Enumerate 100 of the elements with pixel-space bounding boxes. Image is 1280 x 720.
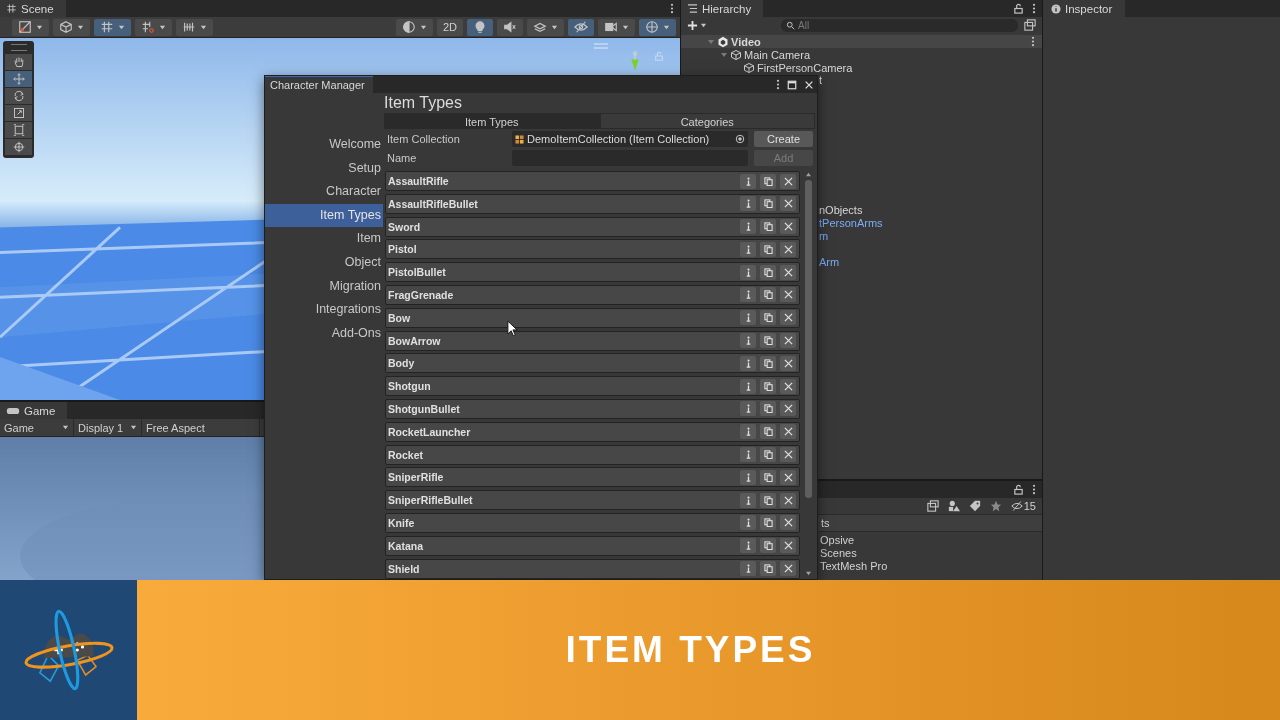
hierarchy-tab[interactable]: Hierarchy: [681, 0, 764, 17]
more-icon[interactable]: [776, 79, 780, 90]
aspect-dropdown[interactable]: Free Aspect: [142, 419, 260, 436]
view-dropdown[interactable]: Game: [0, 419, 74, 436]
info-button[interactable]: [740, 401, 756, 417]
nav-item[interactable]: Integrations: [265, 298, 383, 322]
scene-visibility-icon[interactable]: [1024, 19, 1036, 31]
remove-button[interactable]: [780, 378, 796, 394]
tab[interactable]: Item Types: [384, 113, 600, 129]
duplicate-button[interactable]: [760, 447, 776, 463]
duplicate-button[interactable]: [760, 355, 776, 371]
duplicate-button[interactable]: [760, 561, 776, 577]
remove-button[interactable]: [780, 333, 796, 349]
object-field[interactable]: DemoItemCollection (Item Collection): [512, 131, 748, 147]
create-button[interactable]: Create: [754, 131, 813, 147]
info-button[interactable]: [740, 515, 756, 531]
info-button[interactable]: [740, 241, 756, 257]
hierarchy-item[interactable]: Video: [681, 35, 1042, 48]
duplicate-button[interactable]: [760, 264, 776, 280]
lock-icon[interactable]: [1013, 484, 1024, 495]
info-button[interactable]: [740, 469, 756, 485]
remove-button[interactable]: [780, 515, 796, 531]
tab[interactable]: Categories: [599, 113, 815, 129]
toolbar-button[interactable]: 2D: [436, 18, 463, 36]
remove-button[interactable]: [780, 561, 796, 577]
duplicate-button[interactable]: [760, 287, 776, 303]
info-button[interactable]: [740, 333, 756, 349]
remove-button[interactable]: [780, 469, 796, 485]
hierarchy-item[interactable]: Arm: [819, 256, 840, 269]
info-button[interactable]: [740, 378, 756, 394]
nav-item[interactable]: Character: [265, 180, 383, 204]
toolbar-button[interactable]: [12, 18, 49, 36]
item-type-row[interactable]: FragGrenade: [385, 285, 800, 305]
nav-item[interactable]: Welcome: [265, 133, 383, 157]
more-icon[interactable]: [1032, 484, 1036, 495]
more-icon[interactable]: [670, 3, 674, 14]
toolbar-button[interactable]: [176, 18, 213, 36]
item-type-row[interactable]: Shotgun: [385, 376, 800, 397]
duplicate-button[interactable]: [760, 492, 776, 508]
remove-button[interactable]: [780, 401, 796, 417]
item-type-row[interactable]: Bow: [385, 307, 800, 328]
info-button[interactable]: [740, 196, 756, 212]
tool-button[interactable]: [5, 88, 32, 104]
duplicate-button[interactable]: [760, 515, 776, 531]
remove-button[interactable]: [780, 287, 796, 303]
shapes-icon[interactable]: [947, 500, 960, 512]
remove-button[interactable]: [780, 447, 796, 463]
scene-tab[interactable]: Scene: [0, 0, 66, 17]
item-type-row[interactable]: Shield: [385, 558, 800, 579]
info-button[interactable]: [740, 447, 756, 463]
toolbar-button[interactable]: [497, 18, 523, 36]
item-type-row[interactable]: Katana: [385, 535, 800, 556]
item-type-row[interactable]: Pistol: [385, 239, 800, 260]
toolbar-button[interactable]: [395, 18, 433, 36]
close-icon[interactable]: [804, 79, 814, 90]
item-type-row[interactable]: Body: [385, 353, 800, 374]
info-button[interactable]: [740, 538, 756, 554]
nav-item[interactable]: Setup: [265, 156, 383, 181]
remove-button[interactable]: [780, 424, 796, 440]
tool-button[interactable]: [5, 54, 32, 70]
item-type-row[interactable]: Sword: [385, 216, 800, 237]
toolbar-button[interactable]: [53, 18, 90, 36]
duplicate-button[interactable]: [760, 378, 776, 394]
item-type-row[interactable]: SniperRifleBullet: [385, 490, 800, 511]
nav-item[interactable]: Add-Ons: [265, 321, 383, 346]
tag-icon[interactable]: [968, 500, 981, 512]
search-scope-icon[interactable]: [926, 500, 939, 512]
remove-button[interactable]: [780, 492, 796, 508]
handle-icon[interactable]: [10, 44, 27, 51]
duplicate-button[interactable]: [760, 538, 776, 554]
add-button[interactable]: [687, 19, 707, 31]
duplicate-button[interactable]: [760, 424, 776, 440]
duplicate-button[interactable]: [760, 469, 776, 485]
info-button[interactable]: [740, 219, 756, 235]
duplicate-button[interactable]: [760, 219, 776, 235]
display-dropdown[interactable]: Display 1: [74, 419, 142, 436]
item-type-row[interactable]: BowArrow: [385, 330, 800, 351]
game-tab[interactable]: Game: [0, 402, 68, 419]
more-icon[interactable]: [1031, 36, 1035, 47]
info-button[interactable]: [740, 173, 756, 189]
maximize-icon[interactable]: [787, 79, 797, 90]
toolbar-button[interactable]: [135, 18, 172, 36]
nav-item[interactable]: Item Types: [265, 203, 383, 228]
scroll-down-icon[interactable]: [804, 571, 812, 576]
hierarchy-item[interactable]: t: [819, 74, 823, 87]
remove-button[interactable]: [780, 219, 796, 235]
folder-name[interactable]: Scenes: [820, 547, 1042, 560]
item-type-row[interactable]: AssaultRifleBullet: [385, 193, 800, 214]
info-button[interactable]: [740, 287, 756, 303]
nav-item[interactable]: Object: [265, 250, 383, 275]
info-button[interactable]: [740, 264, 756, 280]
info-button[interactable]: [740, 424, 756, 440]
item-type-row[interactable]: Rocket: [385, 444, 800, 465]
item-type-row[interactable]: AssaultRifle: [385, 171, 800, 191]
remove-button[interactable]: [780, 355, 796, 371]
remove-button[interactable]: [780, 241, 796, 257]
duplicate-button[interactable]: [760, 333, 776, 349]
toolbar-button[interactable]: [568, 18, 594, 36]
duplicate-button[interactable]: [760, 310, 776, 326]
item-type-row[interactable]: RocketLauncher: [385, 421, 800, 442]
